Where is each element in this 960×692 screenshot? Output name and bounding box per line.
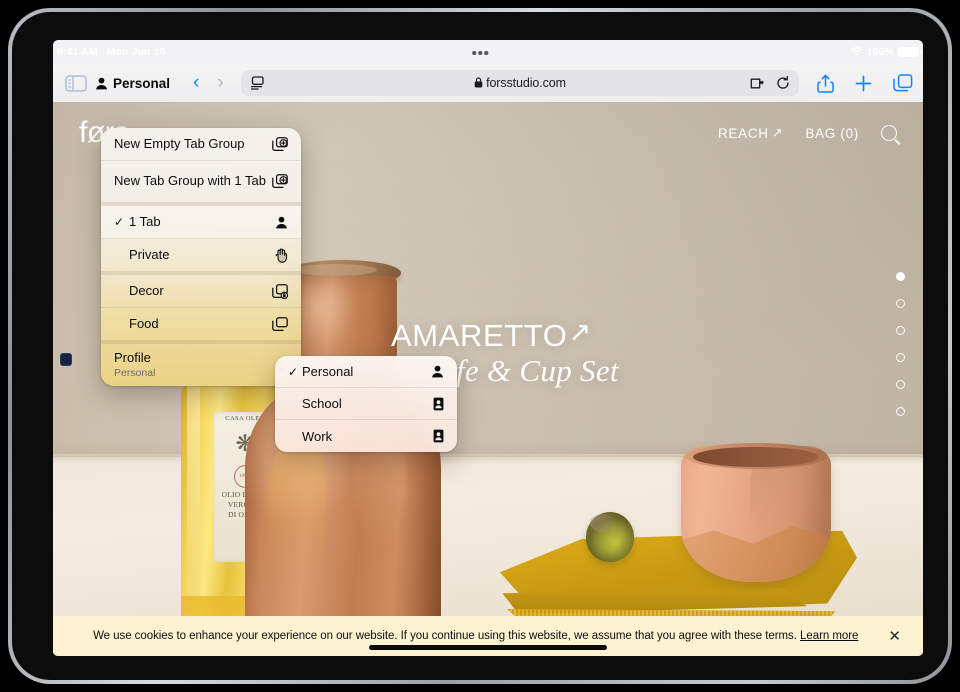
profile-submenu: ✓ Personal School Work bbox=[275, 356, 457, 452]
lock-icon bbox=[474, 76, 486, 90]
submenu-item-personal[interactable]: ✓ Personal bbox=[275, 356, 457, 388]
arrow-up-right-icon: ↗ bbox=[568, 317, 592, 347]
hero-title: AMARETTO ↗ bbox=[391, 317, 592, 353]
profile-label: Profile bbox=[114, 350, 151, 365]
reload-icon[interactable] bbox=[776, 76, 790, 90]
submenu-item-school[interactable]: School bbox=[275, 388, 457, 420]
status-date: Mon Jun 10 bbox=[106, 46, 166, 58]
tab-group-icon bbox=[269, 316, 288, 332]
learn-more-link[interactable]: Learn more bbox=[800, 630, 858, 642]
tab-overview-icon[interactable] bbox=[893, 73, 913, 93]
ceramic-cup bbox=[681, 443, 831, 582]
pager-dot[interactable] bbox=[896, 380, 905, 389]
contact-card-icon bbox=[427, 429, 444, 443]
wifi-icon bbox=[850, 47, 863, 57]
pager-dot[interactable] bbox=[896, 326, 905, 335]
status-bar: 9:41 AM Mon Jun 10 100% bbox=[53, 44, 923, 60]
close-icon[interactable]: ✕ bbox=[876, 627, 901, 645]
pager-dot[interactable] bbox=[896, 407, 905, 416]
pager-dot[interactable] bbox=[896, 272, 905, 281]
pager-dot[interactable] bbox=[896, 299, 905, 308]
cookie-text: We use cookies to enhance your experienc… bbox=[93, 630, 797, 642]
tab-group-button[interactable]: Personal bbox=[95, 76, 170, 91]
forward-button[interactable]: › bbox=[208, 72, 232, 94]
plus-icon[interactable] bbox=[855, 75, 872, 92]
checkmark-icon: ✓ bbox=[114, 215, 125, 229]
url-text: forsstudio.com bbox=[486, 76, 566, 90]
checkmark-icon: ✓ bbox=[288, 364, 299, 379]
carousel-pager[interactable] bbox=[896, 272, 905, 416]
hand-raised-icon bbox=[269, 248, 288, 263]
new-tab-group-icon bbox=[269, 136, 288, 152]
battery-full-icon bbox=[898, 47, 922, 57]
extension-puzzle-icon[interactable] bbox=[750, 77, 765, 90]
fruit bbox=[586, 512, 634, 562]
browser-toolbar: Personal ‹ › forsstudio.com bbox=[53, 64, 923, 102]
address-bar[interactable]: forsstudio.com bbox=[240, 70, 799, 96]
tab-group-lock-icon bbox=[269, 283, 288, 299]
site-nav: REACH ↗ BAG (0) bbox=[718, 125, 897, 141]
arrow-up-right-icon: ↗ bbox=[771, 125, 784, 140]
device-bezel: 9:41 AM Mon Jun 10 100% Personal ‹ › for… bbox=[12, 12, 948, 680]
sidebar-icon[interactable] bbox=[63, 73, 89, 93]
screen: Personal ‹ › forsstudio.com CASA OLEA ❋ … bbox=[53, 40, 923, 656]
search-icon[interactable] bbox=[881, 125, 897, 141]
pager-dot[interactable] bbox=[896, 353, 905, 362]
cookie-banner: We use cookies to enhance your experienc… bbox=[53, 616, 923, 656]
menu-item-1-tab[interactable]: ✓ 1 Tab bbox=[101, 206, 301, 239]
menu-item-food[interactable]: Food bbox=[101, 308, 301, 341]
person-icon bbox=[95, 77, 108, 90]
menu-item-private[interactable]: Private bbox=[101, 239, 301, 272]
device-side-port bbox=[60, 353, 72, 366]
contact-card-icon bbox=[427, 397, 444, 411]
menu-item-decor[interactable]: Decor bbox=[101, 275, 301, 308]
home-indicator[interactable] bbox=[369, 645, 607, 650]
multitask-handle[interactable] bbox=[472, 51, 488, 55]
battery-percent: 100% bbox=[866, 46, 894, 58]
menu-item-profile[interactable]: Profile Personal bbox=[101, 344, 301, 386]
share-icon[interactable] bbox=[817, 74, 834, 93]
back-button[interactable]: ‹ bbox=[184, 72, 208, 94]
status-time: 9:41 AM bbox=[57, 46, 98, 58]
new-tab-group-icon bbox=[269, 174, 288, 189]
tab-group-menu: New Empty Tab Group New Tab Group with 1… bbox=[101, 128, 301, 386]
person-icon bbox=[269, 216, 288, 229]
menu-item-new-tab-group-with-1-tab[interactable]: New Tab Group with 1 Tab bbox=[101, 161, 301, 203]
profile-sublabel: Personal bbox=[114, 366, 156, 379]
nav-link-bag[interactable]: BAG (0) bbox=[805, 126, 859, 141]
submenu-item-work[interactable]: Work bbox=[275, 420, 457, 452]
tab-group-label: Personal bbox=[113, 75, 171, 91]
nav-link-reach[interactable]: REACH ↗ bbox=[718, 125, 783, 141]
person-icon bbox=[427, 365, 444, 378]
tablet-device: 9:41 AM Mon Jun 10 100% Personal ‹ › for… bbox=[8, 8, 952, 684]
menu-item-new-empty-tab-group[interactable]: New Empty Tab Group bbox=[101, 128, 301, 161]
